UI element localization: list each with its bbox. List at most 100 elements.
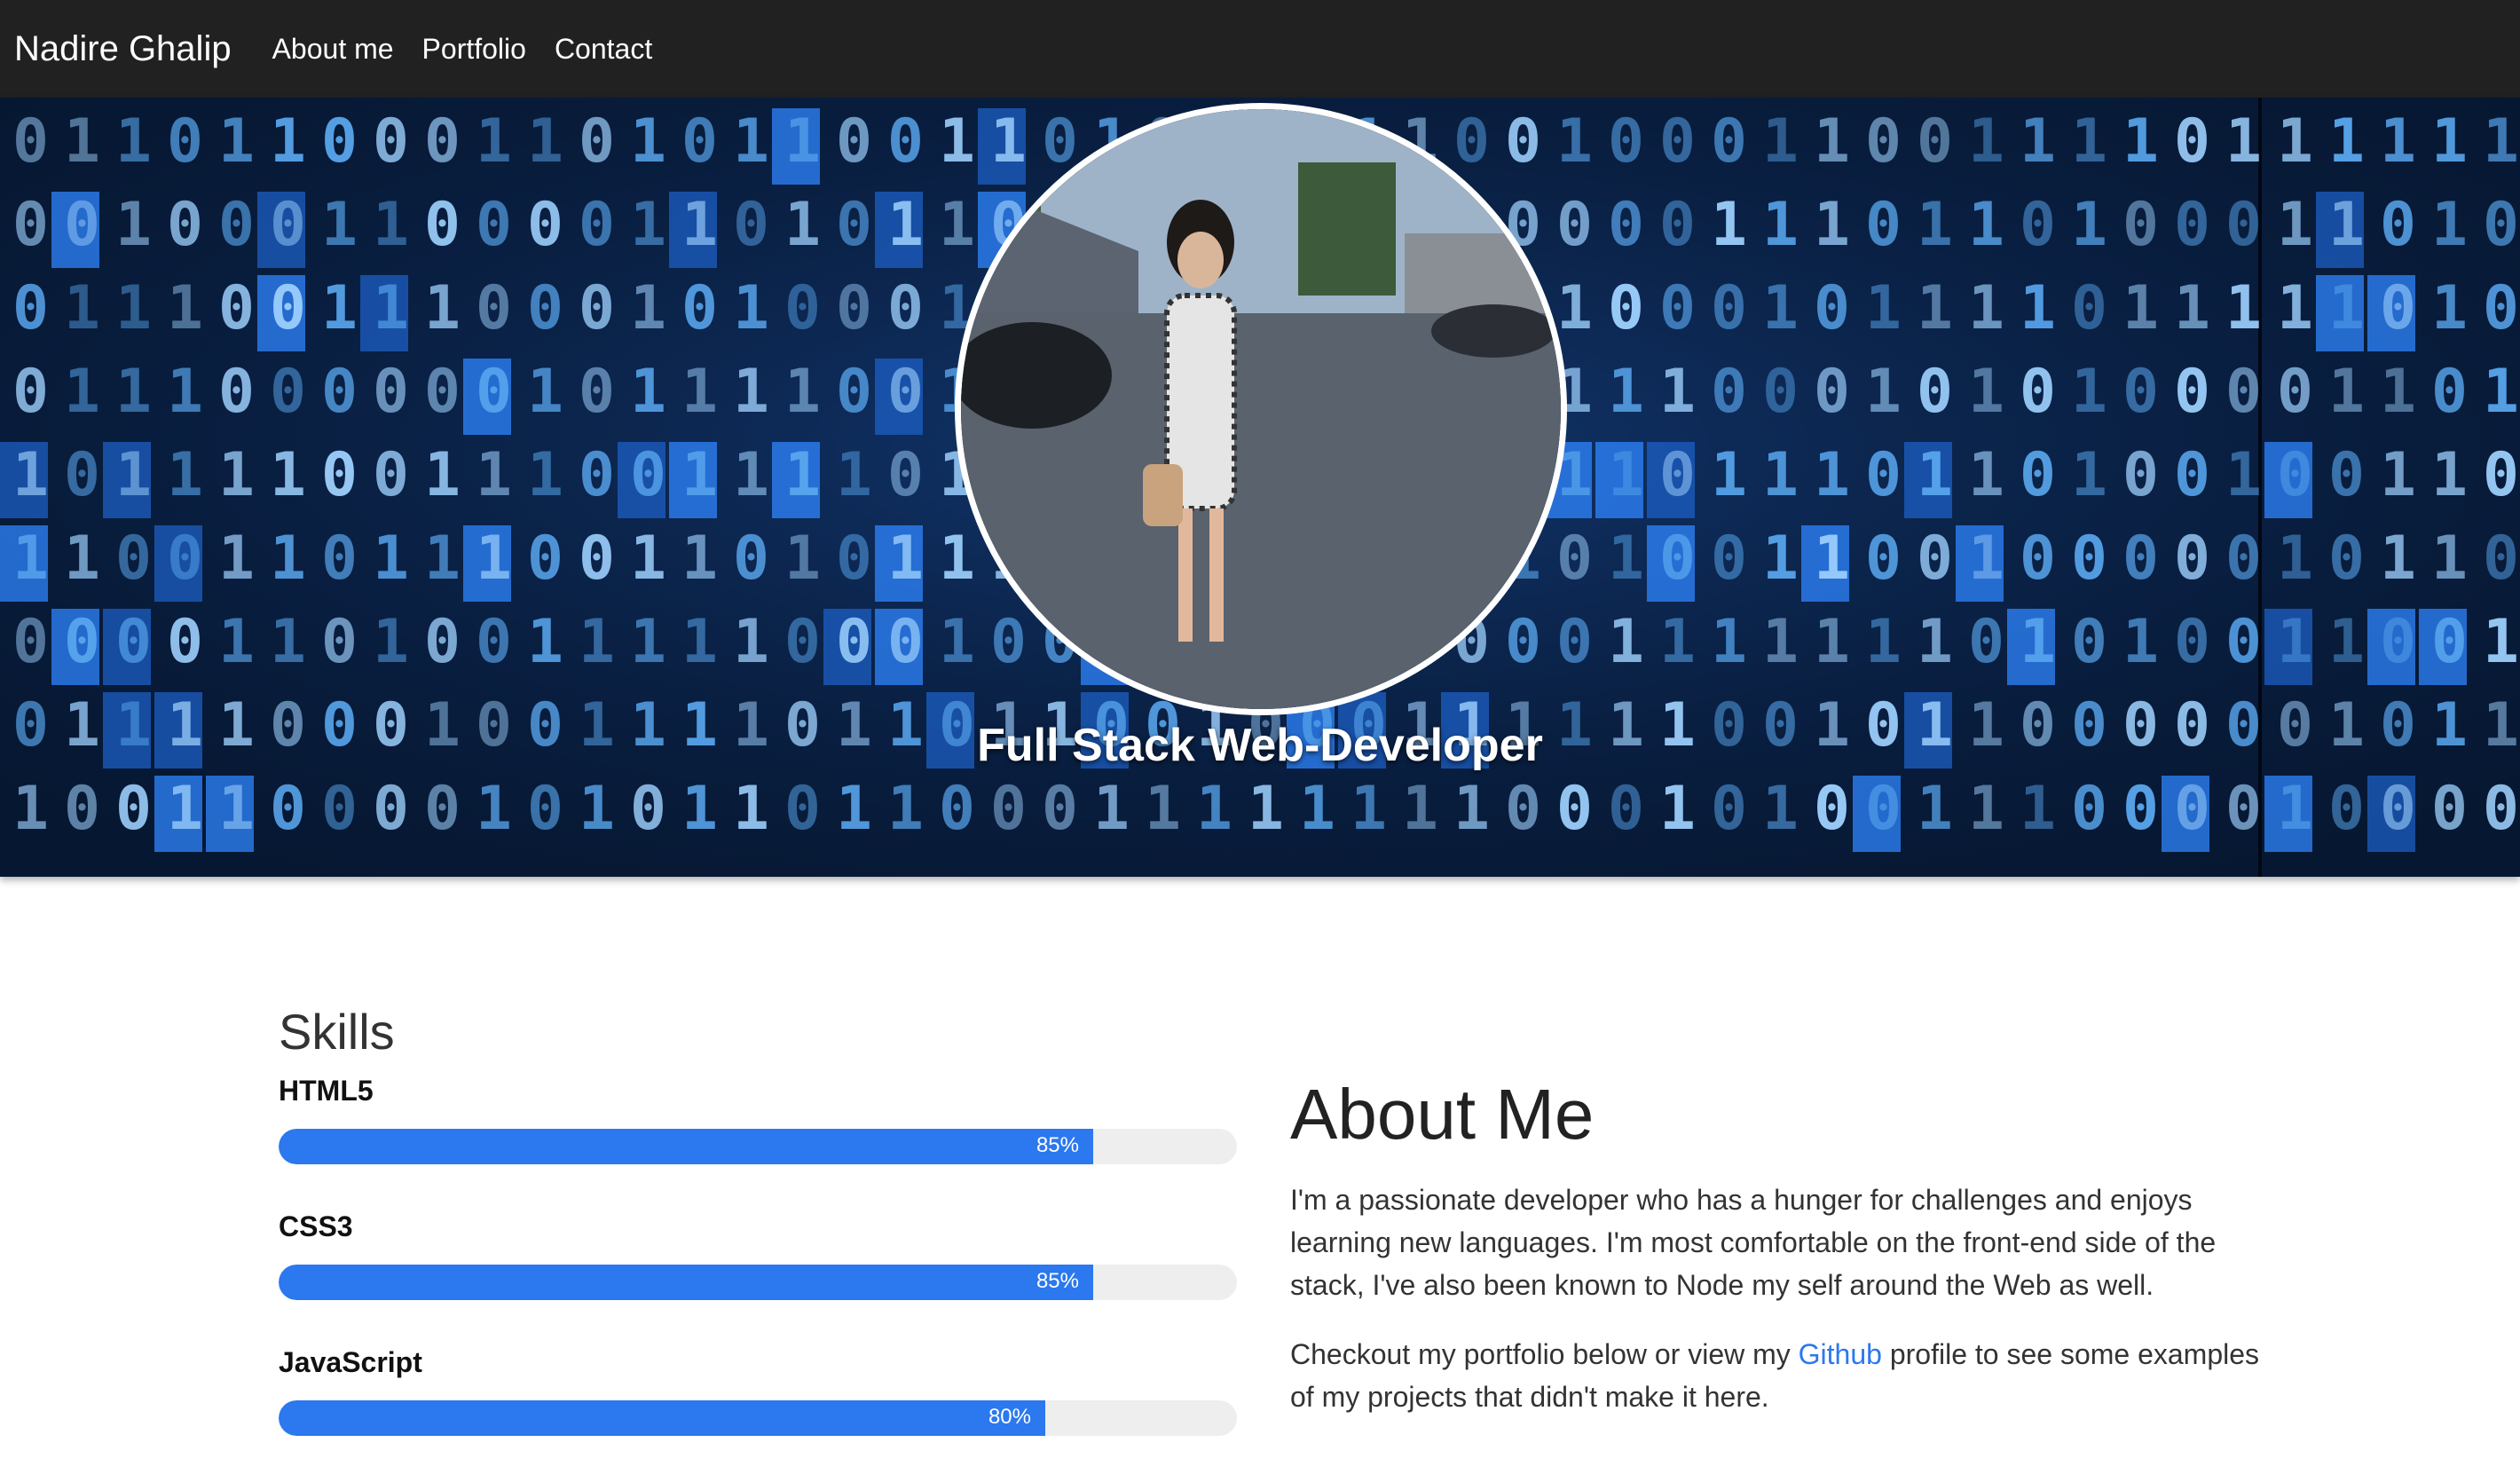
binary-digit: 0 <box>64 774 100 844</box>
binary-digit: 0 <box>2225 190 2262 260</box>
binary-digit: 0 <box>836 607 872 677</box>
binary-digit: 1 <box>1762 440 1799 510</box>
binary-digit: 0 <box>1659 106 1696 177</box>
progress-bar: 85% <box>279 1265 1093 1300</box>
binary-digit: 0 <box>2071 607 2107 677</box>
binary-digit: 0 <box>1505 607 1541 677</box>
nav-link-contact[interactable]: Contact <box>555 33 652 66</box>
skill-item: CSS3 85% <box>279 1210 1237 1300</box>
binary-digit: 1 <box>836 774 872 844</box>
binary-digit: 1 <box>784 440 821 510</box>
binary-digit: 1 <box>167 440 203 510</box>
binary-digit: 1 <box>2225 440 2262 510</box>
binary-digit: 1 <box>887 190 924 260</box>
binary-digit: 0 <box>1917 357 1953 427</box>
binary-digit: 1 <box>2277 607 2313 677</box>
binary-digit: 1 <box>681 190 718 260</box>
binary-digit: 1 <box>1556 106 1593 177</box>
binary-digit: 0 <box>579 524 615 594</box>
binary-digit: 0 <box>12 273 49 343</box>
binary-digit: 0 <box>2020 190 2056 260</box>
binary-digit: 0 <box>167 106 203 177</box>
binary-digit: 1 <box>1299 774 1335 844</box>
binary-digit: 1 <box>2431 524 2468 594</box>
binary-digit: 0 <box>2483 273 2519 343</box>
binary-digit: 0 <box>321 357 358 427</box>
binary-digit: 0 <box>990 774 1027 844</box>
binary-digit: 1 <box>2431 106 2468 177</box>
binary-digit: 1 <box>373 607 409 677</box>
binary-digit: 0 <box>990 607 1027 677</box>
binary-digit: 0 <box>836 357 872 427</box>
binary-digit: 1 <box>424 440 461 510</box>
hero-banner: 0110110001101011001101011011001000110011… <box>0 98 2520 877</box>
binary-digit: 0 <box>321 440 358 510</box>
binary-digit: 0 <box>887 440 924 510</box>
binary-digit: 1 <box>1865 357 1902 427</box>
binary-digit: 0 <box>2431 774 2468 844</box>
binary-digit: 0 <box>476 607 512 677</box>
binary-digit: 1 <box>784 357 821 427</box>
binary-digit: 1 <box>1865 273 1902 343</box>
binary-digit: 1 <box>1762 190 1799 260</box>
binary-digit: 0 <box>2174 190 2210 260</box>
binary-digit: 1 <box>1711 190 1747 260</box>
binary-digit: 1 <box>733 273 769 343</box>
binary-digit: 1 <box>2483 106 2519 177</box>
binary-digit: 0 <box>784 774 821 844</box>
binary-digit: 0 <box>2328 774 2365 844</box>
binary-digit: 1 <box>1196 774 1232 844</box>
binary-digit: 1 <box>527 106 563 177</box>
binary-digit: 1 <box>527 357 563 427</box>
about-paragraph: I'm a passionate developer who has a hun… <box>1290 1184 2217 1301</box>
nav-link-about[interactable]: About me <box>272 33 394 66</box>
binary-digit: 1 <box>887 524 924 594</box>
binary-digit: 1 <box>1814 524 1850 594</box>
binary-digit: 0 <box>2174 440 2210 510</box>
binary-digit: 0 <box>2071 774 2107 844</box>
binary-digit: 1 <box>1762 273 1799 343</box>
binary-digit: 0 <box>1711 106 1747 177</box>
binary-digit: 0 <box>579 273 615 343</box>
progress-track: 85% <box>279 1129 1237 1164</box>
binary-digit: 1 <box>2277 524 2313 594</box>
binary-digit: 1 <box>990 106 1027 177</box>
binary-digit: 1 <box>1402 774 1438 844</box>
binary-digit: 1 <box>12 440 49 510</box>
skill-item: JavaScript 80% <box>279 1346 1237 1436</box>
binary-digit: 1 <box>2328 607 2365 677</box>
binary-digit: 0 <box>681 273 718 343</box>
binary-digit: 1 <box>476 106 512 177</box>
binary-digit: 1 <box>733 607 769 677</box>
binary-digit: 1 <box>939 607 975 677</box>
binary-digit: 1 <box>2277 106 2313 177</box>
binary-digit: 0 <box>2328 524 2365 594</box>
binary-digit: 1 <box>1608 440 1644 510</box>
binary-digit: 0 <box>2225 607 2262 677</box>
binary-digit: 0 <box>1556 524 1593 594</box>
nav-link-portfolio[interactable]: Portfolio <box>422 33 526 66</box>
github-link[interactable]: Github <box>1799 1338 1882 1370</box>
binary-digit: 1 <box>2328 106 2365 177</box>
binary-digit: 1 <box>2174 273 2210 343</box>
binary-digit: 0 <box>836 106 872 177</box>
binary-digit: 0 <box>784 273 821 343</box>
brand-link[interactable]: Nadire Ghalip <box>14 29 232 69</box>
binary-digit: 1 <box>2277 273 2313 343</box>
binary-digit: 1 <box>579 607 615 677</box>
binary-digit: 0 <box>167 524 203 594</box>
binary-digit: 0 <box>527 190 563 260</box>
binary-digit: 1 <box>167 357 203 427</box>
binary-digit: 0 <box>2483 524 2519 594</box>
binary-digit: 0 <box>218 190 255 260</box>
skill-name: JavaScript <box>279 1346 422 1378</box>
binary-digit: 1 <box>1711 607 1747 677</box>
binary-digit: 1 <box>1968 190 2004 260</box>
binary-digit: 0 <box>887 273 924 343</box>
progress-bar: 80% <box>279 1400 1045 1436</box>
binary-digit: 0 <box>2225 357 2262 427</box>
binary-digit: 1 <box>1762 106 1799 177</box>
skill-item: HTML5 85% <box>279 1075 1237 1164</box>
binary-digit: 1 <box>218 607 255 677</box>
binary-digit: 0 <box>2174 357 2210 427</box>
